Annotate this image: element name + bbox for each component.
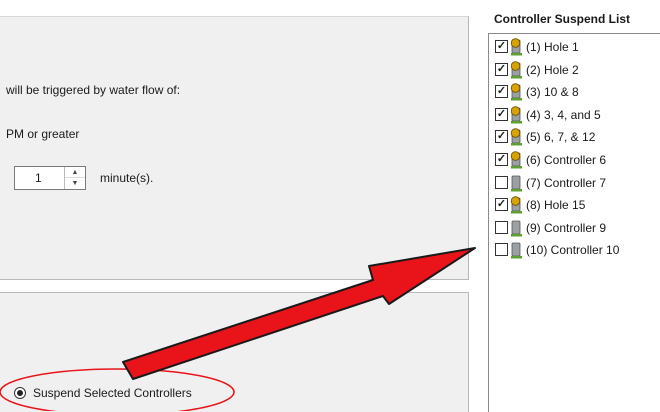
controller-label: (2) Hole 2 bbox=[526, 62, 579, 77]
controller-label: (7) Controller 7 bbox=[526, 175, 607, 190]
controller-active-icon bbox=[510, 60, 523, 79]
controller-inactive-icon bbox=[510, 174, 523, 192]
controller-active-icon bbox=[510, 106, 523, 124]
controller-checkbox[interactable]: ✓ bbox=[495, 107, 508, 121]
suspend-selected-radio[interactable] bbox=[14, 387, 26, 399]
controller-label: (1) Hole 1 bbox=[526, 40, 579, 54]
controller-active-icon bbox=[510, 83, 523, 101]
controller-checkbox[interactable]: ✓ bbox=[495, 130, 508, 144]
controller-inactive-icon bbox=[510, 241, 523, 259]
controller-checkbox[interactable]: ✓ bbox=[495, 40, 508, 53]
controller-checkbox[interactable] bbox=[495, 243, 508, 257]
controller-active-icon bbox=[510, 151, 523, 169]
controller-active-icon bbox=[510, 128, 523, 146]
controller-active-icon bbox=[510, 38, 523, 56]
flow-settings-group: will be triggered by water flow of: PM o… bbox=[0, 16, 469, 280]
duration-spinner[interactable]: 1 ▲ ▼ bbox=[14, 166, 86, 190]
spin-up-icon[interactable]: ▲ bbox=[65, 167, 85, 178]
spinner-buttons: ▲ ▼ bbox=[64, 167, 85, 189]
controller-checkbox[interactable]: ✓ bbox=[495, 153, 508, 166]
flow-threshold-text: PM or greater bbox=[6, 127, 80, 141]
controller-inactive-icon bbox=[510, 219, 523, 237]
controller-label: (5) 6, 7, & 12 bbox=[526, 130, 596, 145]
controller-label: (9) Controller 9 bbox=[526, 220, 607, 235]
controller-active-icon bbox=[510, 196, 523, 214]
controller-label: (6) Controller 6 bbox=[526, 153, 607, 167]
controller-label: (3) 10 & 8 bbox=[526, 85, 579, 100]
controller-checkbox[interactable]: ✓ bbox=[495, 85, 508, 99]
duration-value[interactable]: 1 bbox=[35, 171, 42, 185]
controller-label: (8) Hole 15 bbox=[526, 198, 586, 213]
controller-checkbox[interactable]: ✓ bbox=[495, 62, 508, 76]
controller-checkbox[interactable] bbox=[495, 220, 508, 234]
trigger-description: will be triggered by water flow of: bbox=[6, 83, 181, 97]
controller-checkbox[interactable] bbox=[495, 175, 508, 189]
spin-down-icon[interactable]: ▼ bbox=[65, 178, 85, 189]
suspend-list-title: Controller Suspend List bbox=[494, 12, 631, 26]
duration-unit-label: minute(s). bbox=[100, 171, 154, 185]
controller-suspend-list[interactable]: ✓ (1) Hole 1 ✓ (2) Hole 2 ✓ (3) 10 & 8 ✓ (4) 3,… bbox=[488, 33, 660, 412]
controller-label: (10) Controller 10 bbox=[526, 243, 620, 258]
controller-checkbox[interactable]: ✓ bbox=[495, 198, 508, 212]
controller-label: (4) 3, 4, and 5 bbox=[526, 107, 601, 122]
suspend-selected-label[interactable]: Suspend Selected Controllers bbox=[33, 386, 192, 400]
